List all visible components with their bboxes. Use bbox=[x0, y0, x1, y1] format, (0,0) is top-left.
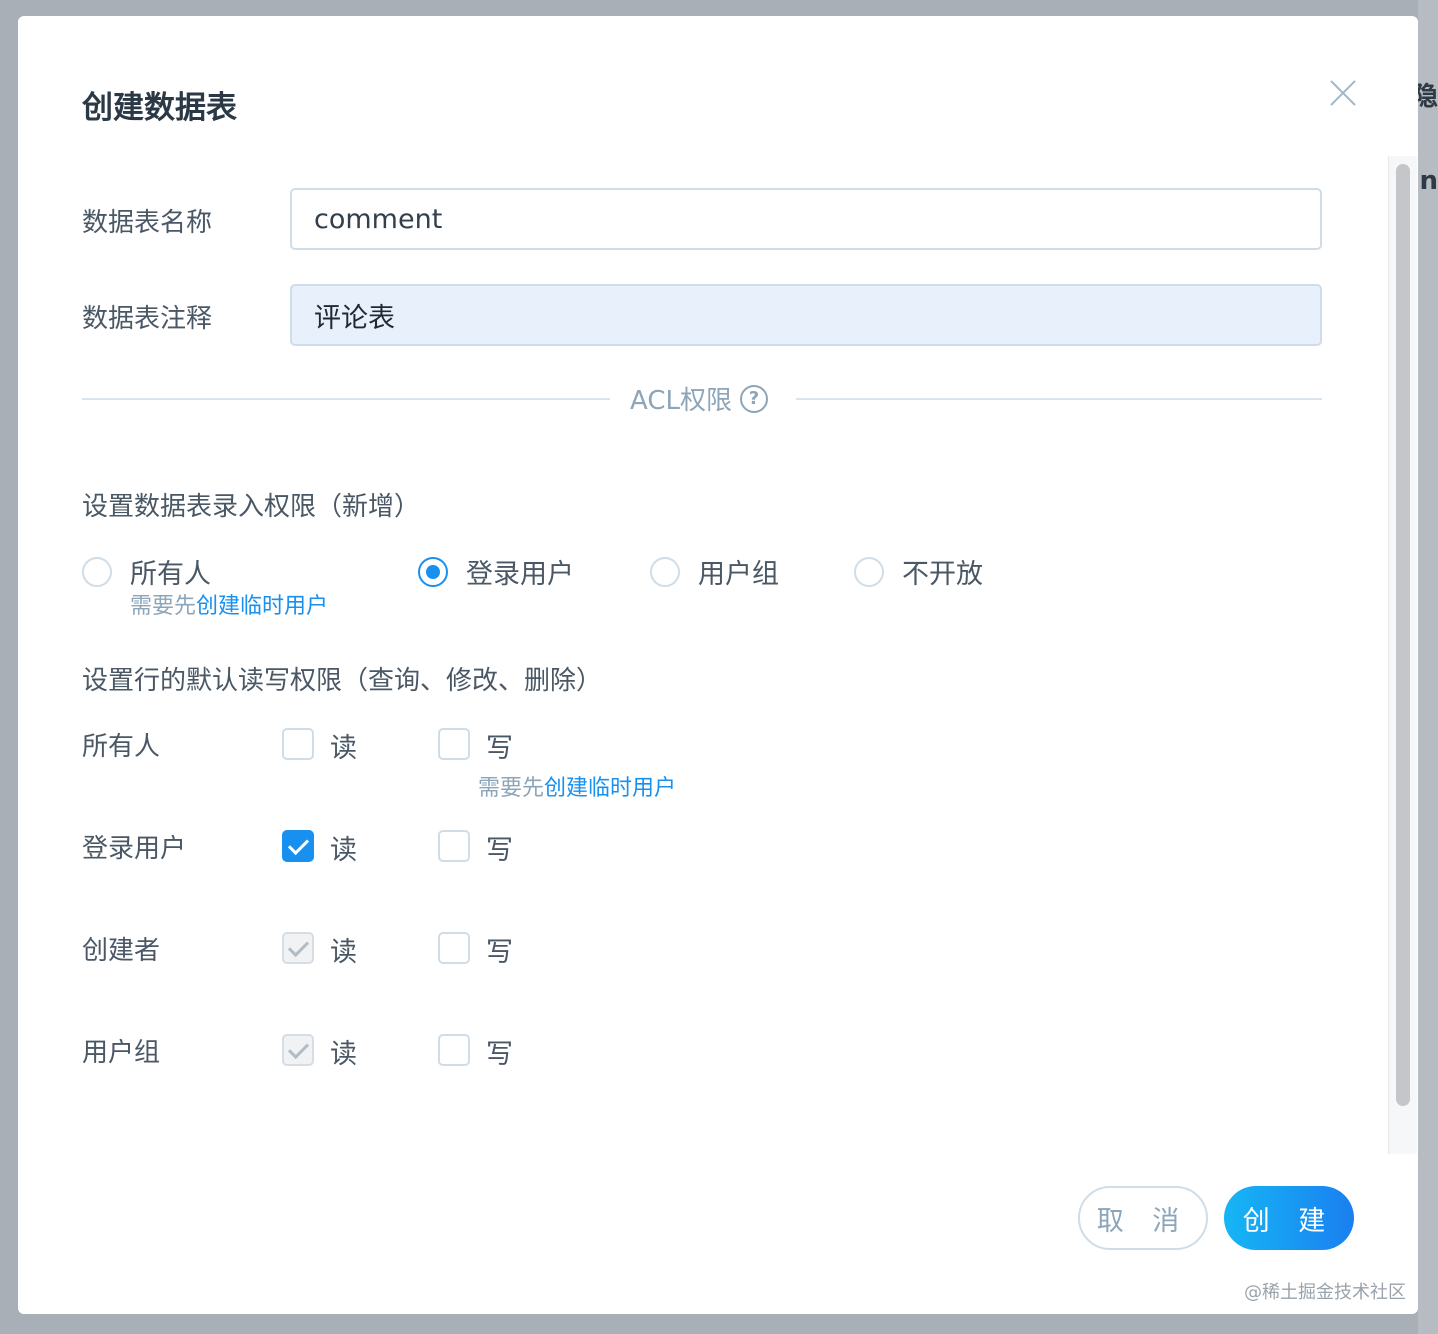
radio-circle[interactable] bbox=[418, 556, 448, 587]
role-label-user-group: 用户组 bbox=[82, 1038, 161, 1068]
user-group-write-checkbox[interactable] bbox=[438, 1034, 470, 1066]
radio-label: 不开放 bbox=[902, 559, 983, 590]
dialog-title: 创建数据表 bbox=[82, 90, 237, 126]
write-label: 写 bbox=[486, 733, 513, 764]
divider-line-right bbox=[796, 398, 1322, 400]
everyone-read-checkbox[interactable] bbox=[282, 728, 314, 760]
role-label-logged-in-user: 登录用户 bbox=[82, 834, 187, 864]
everyone-insert-hint: 需要先创建临时用户 bbox=[130, 588, 328, 620]
hint-prefix: 需要先 bbox=[130, 594, 197, 619]
read-label: 读 bbox=[330, 1039, 357, 1070]
radio-logged-in-user[interactable]: 登录用户 bbox=[418, 552, 574, 591]
radio-closed[interactable]: 不开放 bbox=[854, 552, 983, 591]
create-temp-user-link[interactable]: 创建临时用户 bbox=[196, 594, 328, 619]
radio-label: 所有人 bbox=[130, 559, 211, 590]
radio-circle[interactable] bbox=[854, 556, 884, 587]
close-icon[interactable] bbox=[1326, 76, 1360, 110]
row-permission-title: 设置行的默认读写权限（查询、修改、删除） bbox=[82, 666, 603, 696]
write-label: 写 bbox=[486, 937, 513, 968]
acl-divider: ACL权限 ? bbox=[630, 380, 768, 417]
create-button[interactable]: 创 建 bbox=[1224, 1186, 1354, 1250]
read-label: 读 bbox=[330, 733, 357, 764]
cancel-button[interactable]: 取 消 bbox=[1078, 1186, 1208, 1250]
help-icon[interactable]: ? bbox=[739, 384, 768, 413]
acl-divider-label: ACL权限 bbox=[630, 386, 732, 416]
backdrop-page bbox=[1418, 0, 1438, 1334]
creator-write-checkbox[interactable] bbox=[438, 932, 470, 964]
radio-circle[interactable] bbox=[650, 556, 680, 587]
logged-in-read-checkbox[interactable] bbox=[282, 830, 314, 862]
creator-read-checkbox bbox=[282, 932, 314, 964]
watermark: @稀土掘金技术社区 bbox=[1244, 1282, 1406, 1303]
radio-user-group[interactable]: 用户组 bbox=[650, 552, 779, 591]
role-label-creator: 创建者 bbox=[82, 936, 161, 966]
read-label: 读 bbox=[330, 835, 357, 866]
scrollbar-thumb[interactable] bbox=[1396, 164, 1410, 1106]
radio-everyone[interactable]: 所有人 bbox=[82, 552, 211, 591]
create-temp-user-link[interactable]: 创建临时用户 bbox=[544, 776, 676, 801]
hint-prefix: 需要先 bbox=[478, 776, 545, 801]
logged-in-write-checkbox[interactable] bbox=[438, 830, 470, 862]
radio-label: 登录用户 bbox=[466, 559, 574, 590]
table-comment-input[interactable]: 评论表 bbox=[290, 284, 1322, 346]
radio-circle[interactable] bbox=[82, 556, 112, 587]
table-name-label: 数据表名称 bbox=[82, 208, 213, 238]
user-group-read-checkbox bbox=[282, 1034, 314, 1066]
insert-permission-title: 设置数据表录入权限（新增） bbox=[82, 492, 421, 522]
create-table-dialog: 创建数据表 数据表名称 comment 数据表注释 评论表 ACL权限 ? 设置… bbox=[18, 16, 1418, 1314]
table-name-input[interactable]: comment bbox=[290, 188, 1322, 250]
everyone-write-checkbox[interactable] bbox=[438, 728, 470, 760]
divider-line-left bbox=[82, 398, 610, 400]
everyone-write-hint: 需要先创建临时用户 bbox=[478, 770, 676, 802]
write-label: 写 bbox=[486, 1039, 513, 1070]
radio-label: 用户组 bbox=[698, 559, 779, 590]
write-label: 写 bbox=[486, 835, 513, 866]
table-comment-label: 数据表注释 bbox=[82, 304, 213, 334]
read-label: 读 bbox=[330, 937, 357, 968]
role-label-everyone: 所有人 bbox=[82, 732, 161, 762]
